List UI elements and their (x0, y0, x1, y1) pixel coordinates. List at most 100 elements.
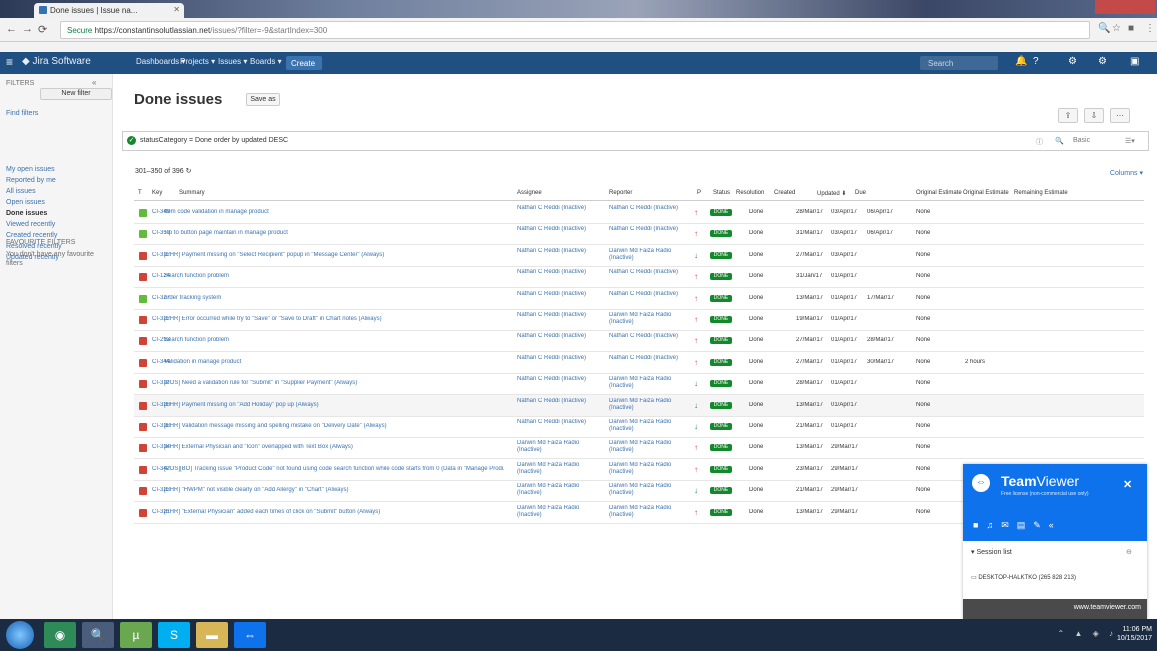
sidebar-item[interactable]: Open issues (6, 199, 45, 206)
close-icon-2[interactable]: ✕ (1123, 478, 1132, 491)
col-created[interactable]: Created (774, 190, 795, 196)
col-original-estimate[interactable]: Original Estimate (916, 190, 962, 196)
issue-reporter[interactable]: Darwin Md Faiza Radio (Inactive) (609, 419, 695, 433)
table-row[interactable]: CI-327 order tracking system Nathan C Redd… (134, 288, 1144, 310)
issue-assignee[interactable]: Nathan C Reddi (Inactive) (517, 291, 603, 298)
sidebar-item[interactable]: Done issues (6, 210, 47, 217)
issue-summary[interactable]: [EHR] Validation message missing and spe… (164, 423, 504, 429)
tools-icon[interactable]: ⋯ (1110, 108, 1130, 123)
issue-assignee[interactable]: Nathan C Reddi (Inactive) (517, 226, 603, 233)
issue-summary[interactable]: Tip to button page maintain in manage pr… (164, 230, 504, 236)
teamviewer-footer-link[interactable]: www.teamviewer.com (963, 599, 1147, 619)
minimize-icon[interactable]: ⊖ (1126, 548, 1132, 556)
col-type[interactable]: T (138, 190, 142, 196)
teamviewer-toolbar[interactable]: ■♫✉▤✎« (973, 520, 1062, 531)
issue-reporter[interactable]: Darwin Md Faiza Radio (Inactive) (609, 398, 695, 412)
skype-icon[interactable]: S (158, 622, 190, 648)
col-status[interactable]: Status (713, 190, 730, 196)
start-button[interactable] (6, 621, 34, 649)
view-switcher[interactable]: ☰▾ (1125, 137, 1135, 145)
menu-icon[interactable]: ⋮ (1145, 23, 1155, 34)
issue-assignee[interactable]: Nathan C Reddi (Inactive) (517, 205, 603, 212)
back-icon[interactable]: ← (6, 23, 17, 35)
sidebar-item[interactable]: Viewed recently (6, 221, 55, 228)
issue-summary[interactable]: order tracking system (164, 295, 504, 301)
issue-assignee[interactable]: Nathan C Reddi (Inactive) (517, 248, 603, 255)
close-icon[interactable]: ✕ (173, 5, 180, 14)
issue-summary[interactable]: [EHR] Payment missing on "Select Recipie… (164, 252, 504, 258)
settings-icon-2[interactable]: ⚙ (1098, 56, 1107, 67)
jql-query[interactable]: statusCategory = Done order by updated D… (140, 137, 288, 144)
video-icon[interactable]: ■ (973, 520, 986, 530)
issue-summary[interactable]: Validation in manage product (164, 359, 504, 365)
app-switcher-icon[interactable]: ≡ (6, 55, 13, 69)
table-row[interactable]: CI-311 [POS] Need a validation rule for "… (134, 373, 1144, 396)
nav-boards[interactable]: Boards ▾ (250, 57, 282, 66)
col-resolution[interactable]: Resolution (736, 190, 764, 196)
share-icon[interactable]: ⇪ (1058, 108, 1078, 123)
issue-assignee[interactable]: Nathan C Reddi (Inactive) (517, 269, 603, 276)
help-icon[interactable]: ? (1033, 56, 1039, 67)
issue-assignee[interactable]: Darwin Md Faiza Radio (Inactive) (517, 505, 603, 519)
collapse-icon[interactable]: « (92, 78, 96, 87)
nav-dashboards[interactable]: Dashboards ▾ (136, 57, 185, 66)
session-item[interactable]: ▭ DESKTOP-HALKTKO (265 828 213) (971, 572, 1139, 584)
issue-summary[interactable]: Search function problem (164, 273, 504, 279)
star-icon[interactable]: ☆ (1112, 23, 1121, 34)
col-summary[interactable]: Summary (179, 190, 205, 196)
sidebar-item[interactable]: All issues (6, 188, 36, 195)
table-row[interactable]: CI-320 [EHR] Payment missing on "Add Holi… (134, 394, 1144, 417)
col-due[interactable]: Due (855, 190, 866, 196)
url-input[interactable]: Secure https://constantinsolutlassian.ne… (60, 21, 1090, 39)
export-icon[interactable]: ⇩ (1084, 108, 1104, 123)
issue-summary[interactable]: [EHR] "HWPM" not visible clearly on "Add… (164, 487, 504, 493)
sidebar-item[interactable]: Reported by me (6, 177, 56, 184)
chrome-icon[interactable]: ◉ (44, 622, 76, 648)
table-row[interactable]: CI-322 [EHR] Error occurred while try to … (134, 309, 1144, 331)
col-remaining-estimate[interactable]: Remaining Estimate (1014, 190, 1068, 196)
utorrent-icon[interactable]: µ (120, 622, 152, 648)
jql-query-bar[interactable]: ✓ statusCategory = Done order by updated… (122, 131, 1149, 151)
sidebar-item[interactable]: My open issues (6, 166, 55, 173)
issue-summary[interactable]: [EHR] "External Physician" added each ti… (164, 509, 504, 515)
basic-link[interactable]: Basic (1073, 137, 1090, 144)
forward-icon[interactable]: → (22, 23, 33, 35)
settings-icon[interactable]: ⚙ (1068, 56, 1077, 67)
nav-projects[interactable]: Projects ▾ (180, 57, 215, 66)
jira-logo[interactable]: ◆ Jira Software (22, 56, 91, 67)
issue-reporter[interactable]: Darwin Md Faiza Radio (Inactive) (609, 483, 695, 497)
col-key[interactable]: Key (152, 190, 162, 196)
issue-assignee[interactable]: Nathan C Reddi (Inactive) (517, 312, 603, 319)
issue-reporter[interactable]: Nathan C Reddi (Inactive) (609, 226, 695, 233)
file-icon[interactable]: ▤ (1017, 520, 1034, 530)
col-assignee[interactable]: Assignee (517, 190, 542, 196)
issue-assignee[interactable]: Nathan C Reddi (Inactive) (517, 376, 603, 383)
create-button[interactable]: Create (286, 56, 322, 70)
find-filters-link[interactable]: Find filters (6, 110, 38, 117)
window-controls[interactable] (1095, 0, 1155, 14)
issue-summary[interactable]: Search function problem (164, 337, 504, 343)
avatar[interactable]: ▣ (1130, 56, 1139, 67)
issue-assignee[interactable]: Nathan C Reddi (Inactive) (517, 419, 603, 426)
columns-button[interactable]: Columns ▾ (1110, 169, 1143, 177)
search-icon[interactable]: 🔍 (1098, 23, 1110, 34)
issue-summary[interactable]: [POS][BO] Tracking issue "Product Code" … (164, 466, 504, 472)
issue-reporter[interactable]: Nathan C Reddi (Inactive) (609, 205, 695, 212)
search-icon-2[interactable]: 🔍 (1055, 137, 1064, 145)
issue-assignee[interactable]: Darwin Md Faiza Radio (Inactive) (517, 483, 603, 497)
issue-assignee[interactable]: Darwin Md Faiza Radio (Inactive) (517, 462, 603, 476)
issue-reporter[interactable]: Darwin Md Faiza Radio (Inactive) (609, 248, 695, 262)
session-list-toggle[interactable]: ▾ Session list (971, 548, 1012, 556)
issue-summary[interactable]: [EHR] Error occurred while try to "Save"… (164, 316, 504, 322)
pen-icon[interactable]: ✎ (1033, 520, 1049, 530)
chat-icon[interactable]: ✉ (1001, 520, 1017, 530)
new-filter-button[interactable]: New filter (40, 88, 112, 100)
issue-assignee[interactable]: Nathan C Reddi (Inactive) (517, 398, 603, 405)
folder-icon[interactable]: ▬ (196, 622, 228, 648)
issue-reporter[interactable]: Nathan C Reddi (Inactive) (609, 355, 695, 362)
reload-icon[interactable]: ⟳ (38, 23, 47, 36)
table-row[interactable]: CI-124 Search function problem Nathan C Re… (134, 266, 1144, 289)
issue-summary[interactable]: [EHR] External Physician and "Icon" over… (164, 444, 504, 450)
issue-reporter[interactable]: Darwin Md Faiza Radio (Inactive) (609, 505, 695, 519)
extension-icon[interactable]: ■ (1128, 23, 1134, 34)
